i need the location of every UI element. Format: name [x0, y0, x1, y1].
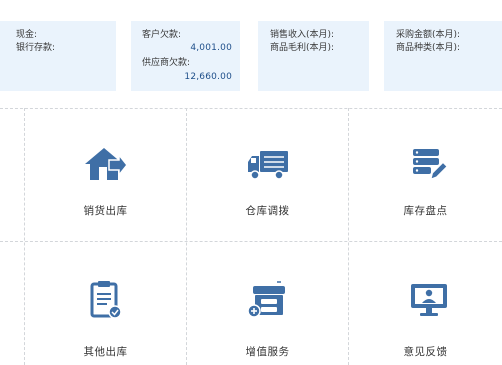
summary-strip: 现金: 银行存款: 客户欠款: 4,001.00 供应商欠款: 12,660.0… [0, 0, 502, 108]
tile-label: 意见反馈 [403, 346, 448, 358]
bank-label: 银行存款: [16, 43, 56, 53]
tile-label: 销货出库 [83, 205, 128, 217]
sales-income-label: 销售收入(本月): [270, 30, 335, 40]
tile-label: 库存盘点 [403, 205, 448, 217]
sales-card: 销售收入(本月): 商品毛利(本月): [258, 21, 369, 91]
gross-profit-label: 商品毛利(本月): [270, 43, 335, 53]
tile-label: 仓库调拨 [245, 205, 290, 217]
tile-feedback[interactable]: 意见反馈 [349, 242, 502, 365]
cabinet-plus-icon [247, 281, 285, 318]
debt-card: 客户欠款: 4,001.00 供应商欠款: 12,660.00 [131, 21, 240, 91]
tile-value-added-services[interactable]: 增值服务 [187, 242, 348, 365]
product-kinds-label: 商品种类(本月): [396, 43, 461, 53]
payable-value: 12,660.00 [184, 72, 232, 82]
monitor-user-icon [411, 284, 447, 316]
cash-label: 现金: [16, 30, 38, 40]
payable-label: 供应商欠款: [142, 58, 191, 68]
receivable-label: 客户欠款: [142, 30, 182, 40]
house-arrow-icon [85, 148, 128, 180]
tile-warehouse-transfer[interactable]: 仓库调拨 [187, 109, 348, 241]
tile-sales-outbound[interactable]: 销货出库 [25, 109, 186, 241]
quick-actions-grid: 销货出库 仓库调拨 库存盘点 其他出库 增值服务 意见反馈 [0, 108, 502, 365]
clipboard-icon [90, 281, 122, 319]
purchase-card: 采购金额(本月): 商品种类(本月): [384, 21, 502, 91]
receivable-value: 4,001.00 [190, 43, 232, 53]
cash-card: 现金: 银行存款: [0, 21, 116, 91]
purchase-amount-label: 采购金额(本月): [396, 30, 461, 40]
tile-label: 增值服务 [245, 346, 290, 358]
stack-pencil-icon [413, 149, 447, 180]
truck-icon [248, 151, 288, 180]
tile-label: 其他出库 [83, 346, 128, 358]
tile-other-outbound[interactable]: 其他出库 [25, 242, 186, 365]
tile-inventory-count[interactable]: 库存盘点 [349, 109, 502, 241]
